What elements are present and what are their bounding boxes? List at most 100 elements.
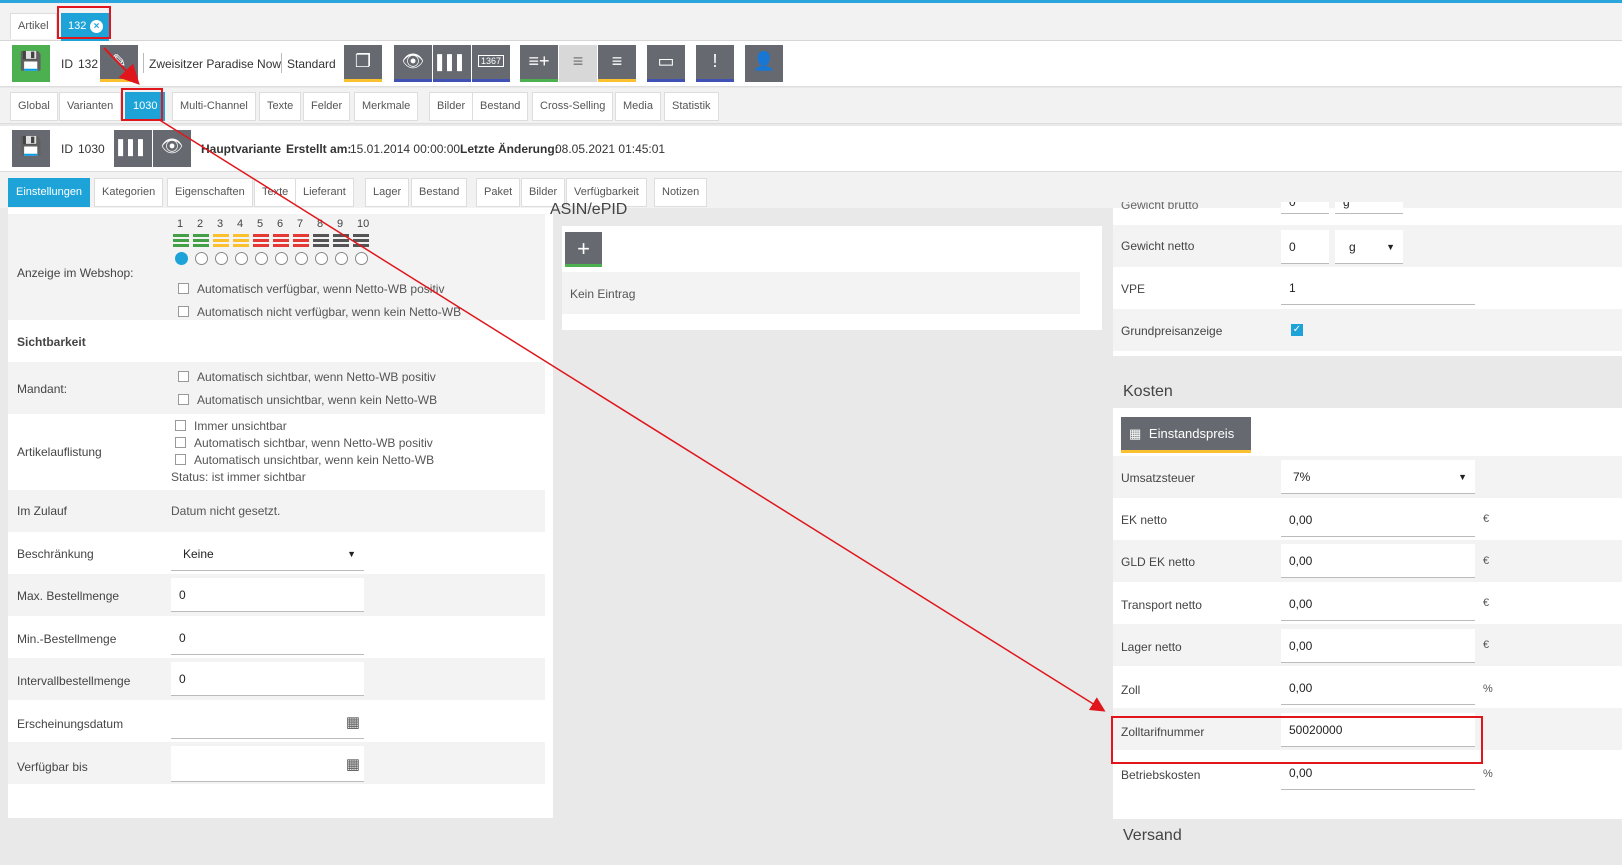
min-input[interactable]: 0 [171, 621, 364, 655]
net-weight-unit-select[interactable]: g ▼ [1335, 230, 1403, 264]
item-tab-bilder[interactable]: Bilder [429, 92, 474, 121]
vat-label: Umsatzsteuer [1121, 471, 1196, 485]
level-bar [213, 239, 229, 242]
level-number: 8 [317, 218, 324, 230]
save-button[interactable]: 💾 [12, 45, 50, 82]
copy-button[interactable]: ❐ [344, 45, 382, 82]
vat-select[interactable]: 7% ▼ [1281, 460, 1475, 494]
level-number: 5 [257, 218, 264, 230]
calendar-icon[interactable]: ▦ [346, 713, 360, 731]
variant-save-button[interactable]: 💾 [12, 130, 50, 167]
add-list-button[interactable]: ≡+ [520, 45, 558, 82]
user-button[interactable]: 👤 [745, 45, 783, 82]
level-radio[interactable] [295, 252, 308, 265]
base-price-checkbox[interactable]: ✓ [1291, 324, 1303, 336]
net-weight-input[interactable]: 0 [1281, 230, 1329, 264]
variant-tab-kategorien[interactable]: Kategorien [94, 178, 164, 207]
listing-always-option[interactable]: Immer unsichtbar [175, 419, 287, 433]
level-number: 9 [337, 218, 344, 230]
level-radio[interactable] [255, 252, 268, 265]
max-input[interactable]: 0 [171, 578, 364, 612]
item-tab-multi-channel[interactable]: Multi-Channel [172, 92, 256, 121]
ek-input[interactable]: 0,00 [1281, 503, 1475, 537]
level-radio[interactable] [275, 252, 288, 265]
level-bar [293, 234, 309, 237]
item-tab-global[interactable]: Global [10, 92, 58, 121]
level-radio[interactable] [315, 252, 328, 265]
vpe-input[interactable]: 1 [1281, 271, 1475, 305]
item-tab-felder[interactable]: Felder [303, 92, 351, 121]
level-radio[interactable] [195, 252, 208, 265]
gld-input[interactable]: 0,00 [1281, 544, 1475, 578]
level-radio[interactable] [175, 252, 188, 265]
cost-price-button[interactable]: ▦ Einstandspreis [1121, 417, 1251, 453]
item-tab-texte[interactable]: Texte [259, 92, 302, 121]
variant-tab-texte[interactable]: Texte [254, 178, 297, 207]
calendar-icon[interactable]: ▦ [346, 755, 360, 773]
variant-tab-notizen[interactable]: Notizen [654, 178, 708, 207]
level-bar [233, 239, 249, 242]
changed-label: Letzte Änderung: [460, 142, 559, 156]
item-tab-varianten[interactable]: Varianten [59, 92, 122, 121]
interval-input[interactable]: 0 [171, 662, 364, 696]
gross-weight-unit[interactable]: g [1335, 202, 1403, 214]
weight-panel: Gewicht brutto 0 g Gewicht netto 0 g ▼ VP… [1113, 202, 1622, 356]
transport-label: Transport netto [1121, 598, 1202, 612]
net-weight-row: Gewicht netto 0 g ▼ [1113, 225, 1622, 267]
storage-input[interactable]: 0,00 [1281, 629, 1475, 663]
listing-visible-option[interactable]: Automatisch sichtbar, wenn Netto-WB posi… [175, 436, 433, 450]
level-bar [253, 244, 269, 247]
level-bar [293, 239, 309, 242]
variant-tab-lager[interactable]: Lager [365, 178, 410, 207]
item-tab-bestand[interactable]: Bestand [472, 92, 529, 121]
preview-button[interactable]: 👁 [394, 45, 432, 82]
gld-unit: € [1483, 555, 1490, 567]
mandant-visible-option[interactable]: Automatisch sichtbar, wenn Netto-WB posi… [178, 370, 436, 384]
item-tab-media[interactable]: Media [615, 92, 661, 121]
tab-artikel[interactable]: Artikel [10, 13, 57, 39]
ek-unit: € [1483, 513, 1490, 525]
level-radio[interactable] [235, 252, 248, 265]
level-bar [233, 234, 249, 237]
barcode-button[interactable]: ▌▌▌ [433, 45, 471, 82]
customs-input[interactable]: 0,00 [1281, 671, 1475, 705]
add-asin-button[interactable]: + [565, 232, 602, 267]
copy-icon: ❐ [354, 51, 372, 71]
barcode-number: 1367 [477, 55, 505, 67]
screen-button[interactable]: ▭ [647, 45, 685, 82]
list-preview-button[interactable]: ≡ [598, 45, 636, 82]
auto-available-option[interactable]: Automatisch verfügbar, wenn Netto-WB pos… [178, 282, 444, 296]
level-radio[interactable] [355, 252, 368, 265]
edit-button[interactable]: ✎ [100, 45, 138, 82]
item-tab-statistik[interactable]: Statistik [664, 92, 719, 121]
created-label: Erstellt am: [286, 142, 352, 156]
variant-tab-bestand[interactable]: Bestand [411, 178, 468, 207]
transport-input[interactable]: 0,00 [1281, 587, 1475, 621]
variant-tab-lieferant[interactable]: Lieferant [295, 178, 354, 207]
level-bar [233, 244, 249, 247]
list-view-button[interactable]: ≡ [559, 45, 597, 82]
release-date-input[interactable]: ▦ [171, 705, 364, 739]
variant-tab-einstellungen[interactable]: Einstellungen [8, 178, 91, 207]
auto-unavailable-option[interactable]: Automatisch nicht verfügbar, wenn kein N… [178, 305, 461, 319]
listing-invisible-option[interactable]: Automatisch unsichtbar, wenn kein Netto-… [175, 453, 434, 467]
operating-unit: % [1483, 768, 1493, 780]
variant-tab-eigenschaften[interactable]: Eigenschaften [167, 178, 253, 207]
gross-weight-input[interactable]: 0 [1281, 202, 1329, 214]
alert-button[interactable]: ! [696, 45, 734, 82]
level-bar [333, 234, 349, 237]
zulauf-value: Datum nicht gesetzt. [171, 504, 281, 518]
mandant-invisible-option[interactable]: Automatisch unsichtbar, wenn kein Netto-… [178, 393, 437, 407]
level-radio[interactable] [215, 252, 228, 265]
id-prefix: ID [61, 57, 73, 71]
restriction-select[interactable]: Keine ▼ [171, 537, 364, 571]
level-radio[interactable] [335, 252, 348, 265]
item-tab-cross-selling[interactable]: Cross-Selling [532, 92, 614, 121]
variant-barcode-button[interactable]: ▌▌▌ [114, 130, 152, 167]
variant-tab-paket[interactable]: Paket [476, 178, 521, 207]
main-variant-label: Hauptvariante [201, 142, 282, 156]
variant-preview-button[interactable]: 👁 [153, 130, 191, 167]
available-until-input[interactable]: ▦ [171, 746, 364, 782]
item-tab-merkmale[interactable]: Merkmale [354, 92, 419, 121]
barcode-number-button[interactable]: 1367 [472, 45, 510, 82]
